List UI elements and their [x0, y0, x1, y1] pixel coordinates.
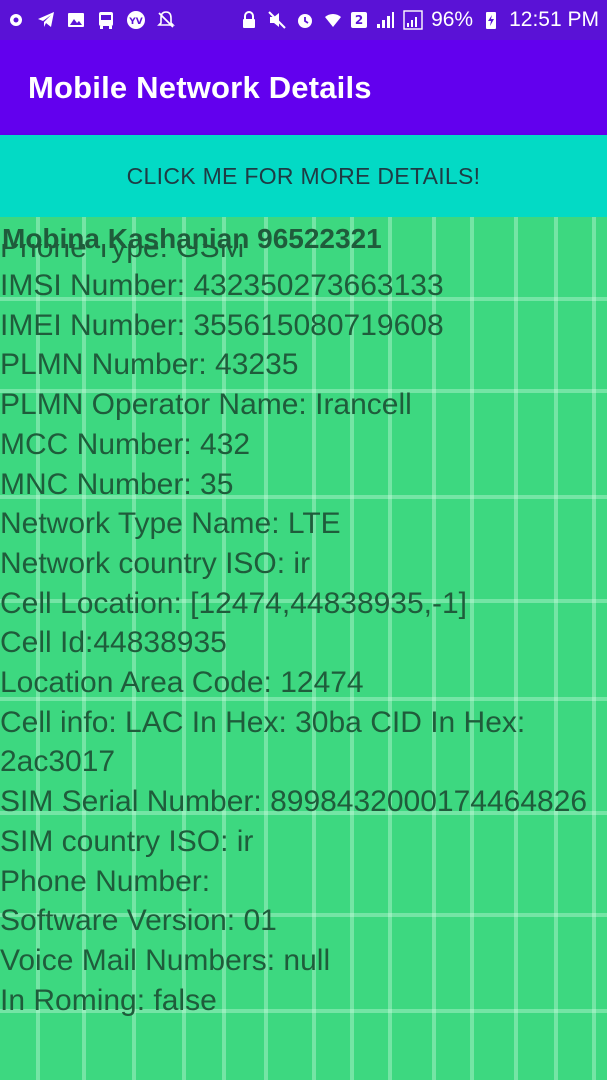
list-item: IMSI Number: 432350273663133: [0, 269, 444, 302]
status-bar: YV 2 96% 12:51 PM: [0, 0, 607, 40]
vyv-badge-icon: YV: [126, 10, 146, 30]
alarm-icon: [295, 10, 315, 30]
list-item: PLMN Operator Name: Irancell: [0, 388, 412, 422]
list-item: SIM Serial Number: 8998432000174464826: [0, 785, 588, 819]
list-item: Network country ISO: ir: [0, 546, 311, 580]
wifi-icon: [323, 10, 343, 30]
sim-slot-badge: 2: [351, 12, 368, 28]
list-item: Phone Number:: [0, 864, 211, 898]
student-name-id: Mobina Kashanian 96522321: [2, 223, 382, 254]
clock: 12:51 PM: [509, 8, 599, 31]
bus-icon: [96, 10, 116, 30]
list-item: Cell Location: [12474,44838935,-1]: [0, 586, 468, 620]
list-item: In Roming: false: [0, 983, 217, 1017]
page-title: Mobile Network Details: [28, 69, 372, 105]
settings-gear-icon: [6, 10, 26, 30]
list-item: MNC Number: 35: [0, 467, 234, 501]
list-item: Cell Id:44838935: [0, 626, 227, 660]
status-right-icons: 2 96% 12:51 PM: [239, 8, 599, 32]
notifications-off-icon: [156, 10, 176, 30]
list-item: PLMN Number: 43235: [0, 348, 299, 382]
list-item: IMEI Number: 355615080719608: [0, 308, 444, 342]
list-item: Cell info: LAC In Hex: 30ba CID In Hex: …: [0, 705, 526, 779]
image-icon: [66, 10, 86, 30]
telegram-icon: [36, 10, 56, 30]
list-item: Network Type Name: LTE: [0, 507, 341, 541]
signal-icon: [403, 10, 423, 30]
status-left-icons: YV: [6, 10, 176, 30]
lock-icon: [239, 10, 259, 30]
list-item: SIM country ISO: ir: [0, 824, 254, 858]
details-list: Phone Type: GSM IMSI Number: 43235027366…: [0, 244, 600, 1020]
network-details-panel: Mobina Kashanian 96522321 Phone Type: GS…: [0, 217, 607, 1080]
battery-percent: 96%: [431, 8, 474, 31]
list-item: Voice Mail Numbers: null: [0, 943, 331, 977]
signal-icon: [375, 10, 395, 30]
list-item: MCC Number: 432: [0, 427, 251, 461]
mute-icon: [267, 10, 287, 30]
app-bar: Mobile Network Details: [0, 40, 607, 135]
list-item: Software Version: 01: [0, 904, 277, 938]
svg-text:YV: YV: [128, 17, 143, 27]
list-item: Location Area Code: 12474: [0, 666, 364, 700]
more-details-button[interactable]: CLICK ME FOR MORE DETAILS!: [0, 135, 607, 217]
battery-charging-icon: [481, 10, 501, 30]
